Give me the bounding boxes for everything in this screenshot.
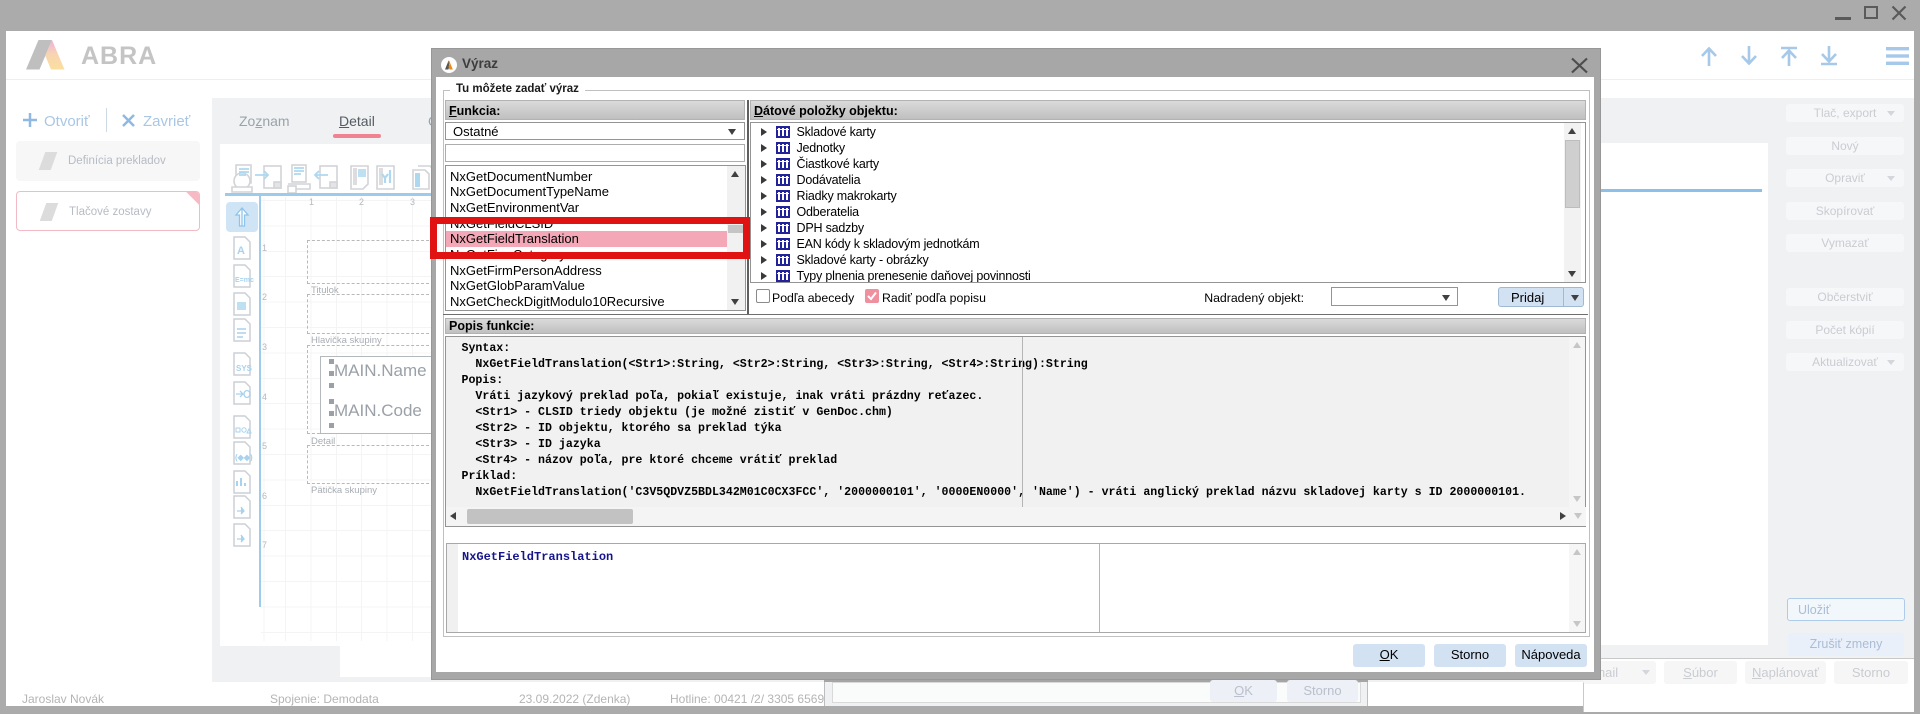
svg-text:E=mc: E=mc [235, 277, 254, 284]
svg-text:ABRA: ABRA [81, 42, 157, 70]
svg-text:(◆◆): (◆◆) [235, 453, 253, 462]
svg-text:SYS: SYS [236, 364, 253, 373]
svg-text:A: A [237, 245, 245, 257]
